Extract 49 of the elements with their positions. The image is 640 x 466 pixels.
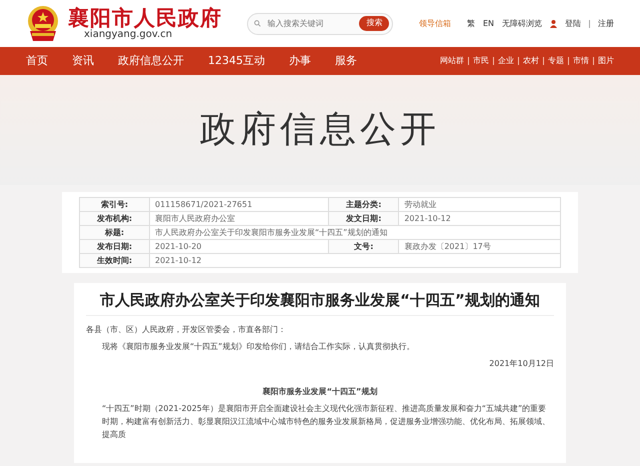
nav-link[interactable]: 办事	[289, 52, 311, 70]
header-link[interactable]: 领导信箱	[418, 18, 451, 30]
table-cell: 发布机构:	[80, 212, 150, 226]
paragraph: 现将《襄阳市服务业发展“十四五”规划》印发给你们，请结合工作实际，认真贯彻执行。	[101, 340, 416, 353]
table-cell: 主题分类:	[328, 198, 399, 212]
site-url: xiangyang.gov.cn	[84, 28, 174, 40]
table-cell: 2021-10-12	[398, 212, 560, 226]
article-title: 市人民政府办公室关于印发襄阳市服务业发展“十四五”规划的通知	[86, 287, 554, 316]
search-icon	[254, 19, 262, 28]
nav-link[interactable]: 专题	[548, 55, 564, 67]
table-cell: 011158671/2021-27651	[150, 198, 329, 212]
table-cell: 2021-10-12	[150, 254, 560, 268]
header-link[interactable]: EN	[482, 18, 494, 30]
nav-link[interactable]: 政府信息公开	[118, 52, 184, 70]
nav-link[interactable]: 企业	[498, 55, 514, 67]
table-cell: 市人民政府办公室关于印发襄阳市服务业发展“十四五”规划的通知	[150, 226, 560, 240]
table-cell: 标题:	[80, 226, 150, 240]
emblem-icon	[26, 4, 60, 42]
table-cell: 索引号:	[80, 198, 150, 212]
section-title: 襄阳市服务业发展“十四五”规划	[262, 386, 378, 398]
search-button[interactable]: 搜索	[359, 16, 390, 31]
table-cell: 襄政办发〔2021〕17号	[398, 240, 560, 254]
salutation: 各县（市、区）人民政府，开发区管委会，市直各部门：	[86, 324, 287, 336]
table-cell: 劳动就业	[398, 198, 560, 212]
table-cell: 文号:	[328, 240, 399, 254]
nav-link[interactable]: 资讯	[72, 52, 94, 70]
header-link[interactable]: 登陆	[564, 18, 581, 30]
header-link[interactable]: 注册	[598, 18, 614, 30]
site-title: 襄阳市人民政府	[68, 8, 222, 28]
table-cell: 发布日期:	[80, 240, 150, 254]
table-cell: 襄阳市人民政府办公室	[150, 212, 329, 226]
header-link[interactable]: 无障碍浏览	[502, 18, 542, 30]
table-cell: 2021-10-20	[150, 240, 329, 254]
table-cell: 生效时间:	[80, 254, 150, 268]
nav-link[interactable]: 首页	[26, 52, 48, 70]
date-text: 2021年10月12日	[488, 358, 554, 370]
nav-link[interactable]: 12345互动	[208, 52, 265, 70]
nav-link[interactable]: 网站群	[440, 55, 464, 67]
paragraph: “十四五”时期（2021-2025年）是襄阳市开启全面建设社会主义现代化强市新征程、推进高质量发展和奋力“五城共建”的重要时期，构建富有创新活力、彰显襄阳汉江流域中心城市特色的服务业发展新格局，促进服务业增强功能、优化布局、拓展领域、提高质	[101, 403, 551, 441]
banner-title: 政府信息公开	[200, 108, 440, 152]
nav-link[interactable]: 图片	[598, 55, 614, 67]
header-link[interactable]: 繁	[466, 18, 475, 30]
nav-link[interactable]: 市民	[473, 55, 489, 67]
user-icon	[550, 20, 557, 28]
nav-link[interactable]: 农村	[523, 55, 539, 67]
table-cell: 发文日期:	[328, 212, 399, 226]
search-field[interactable]: 输入搜索关键词 搜索	[247, 12, 394, 34]
nav-link[interactable]: 服务	[335, 52, 357, 70]
nav-link[interactable]: 市情	[573, 55, 589, 67]
